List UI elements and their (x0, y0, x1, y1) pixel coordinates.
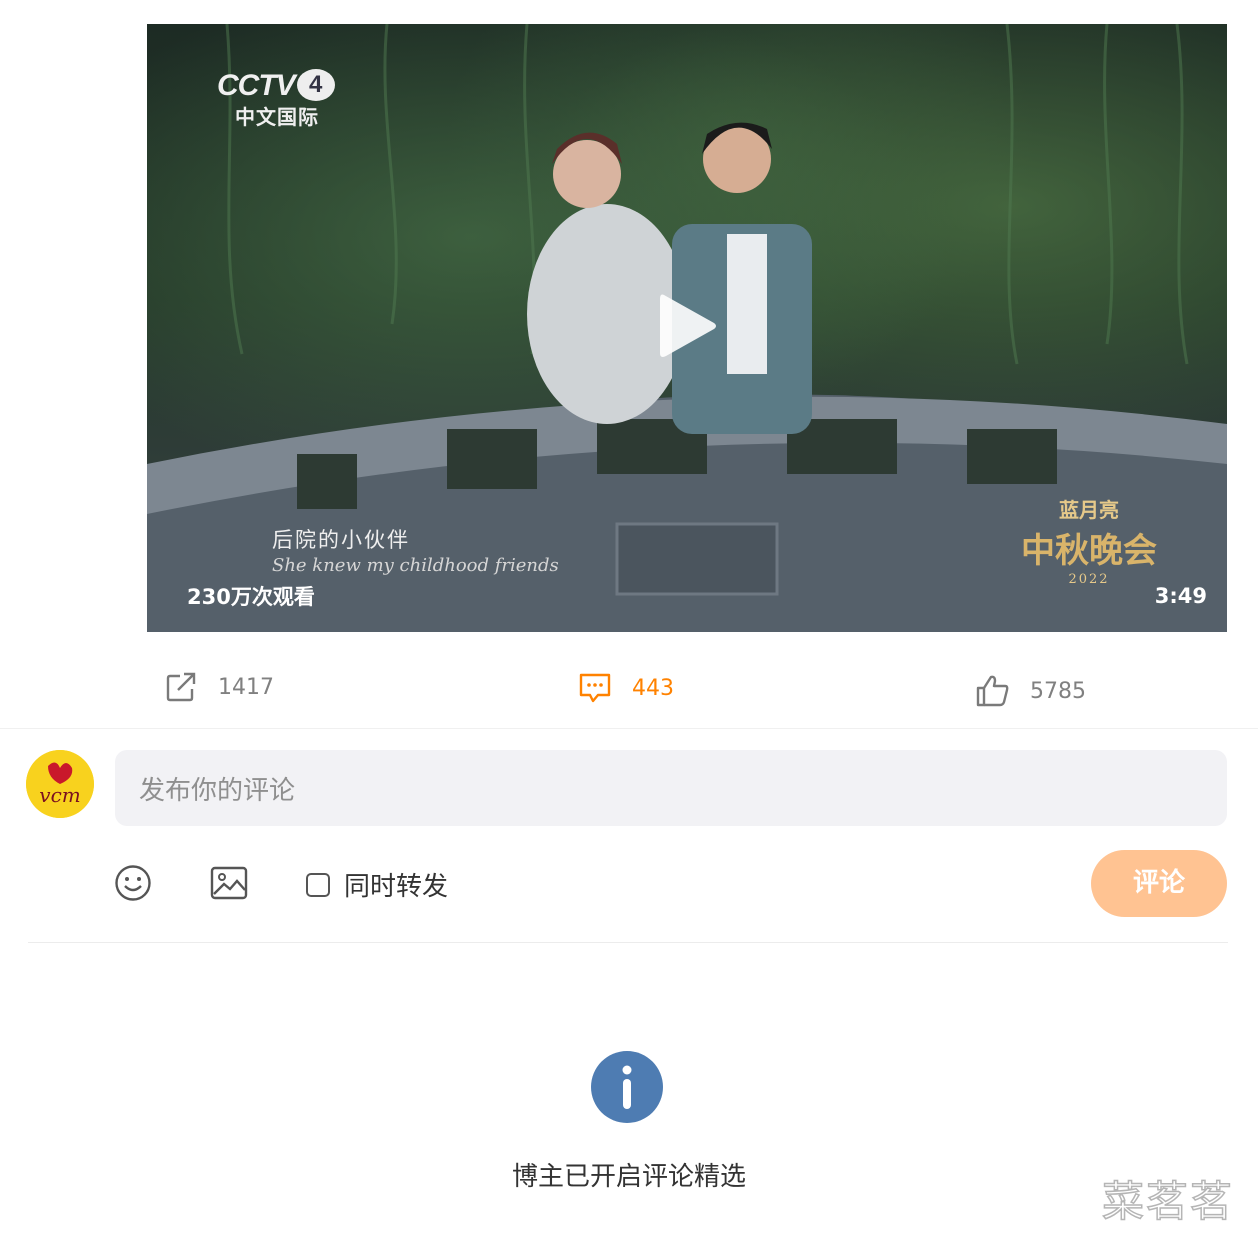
repost-count: 1417 (218, 674, 274, 700)
like-count: 5785 (1030, 678, 1086, 704)
avatar[interactable]: vcm (26, 750, 94, 818)
repost-checkbox[interactable] (306, 872, 330, 897)
comment-icon (579, 673, 611, 703)
subtitle-chinese: 后院的小伙伴 (272, 528, 410, 552)
view-count: 230万次观看 (187, 585, 315, 609)
comment-count: 443 (632, 675, 674, 701)
channel-logo: CCTV 4 中文国际 (217, 69, 335, 130)
image-icon[interactable] (210, 866, 248, 900)
info-icon (591, 1051, 663, 1123)
comment-notice: 博主已开启评论精选 (511, 1162, 746, 1192)
gala-logo: 蓝月亮 中秋晚会 2022 (1021, 498, 1157, 587)
comment-input[interactable]: 发布你的评论 (115, 750, 1227, 826)
video-player[interactable]: CCTV 4 中文国际 后院的小伙伴 She knew my childhood … (147, 24, 1227, 632)
svg-text:vcm: vcm (39, 783, 80, 807)
submit-comment-button[interactable]: 评论 (1091, 850, 1227, 917)
divider (0, 728, 1258, 729)
smiley-icon[interactable] (114, 864, 152, 902)
like-button[interactable]: 5785 (976, 674, 1086, 708)
watermark: 菜茗茗 (1101, 1176, 1234, 1227)
section-divider (28, 942, 1228, 943)
play-icon[interactable] (656, 291, 718, 361)
thumbs-up-icon (976, 675, 1009, 707)
avatar-image: vcm (26, 750, 94, 818)
repost-toggle-label: 同时转发 (344, 872, 449, 902)
subtitle-english: She knew my childhood friends (272, 555, 559, 576)
share-icon (166, 672, 196, 702)
comment-button[interactable]: 443 (578, 672, 674, 704)
repost-toggle[interactable]: 同时转发 (306, 866, 448, 903)
action-bar: 1417 443 5785 (0, 660, 1258, 720)
repost-button[interactable]: 1417 (166, 672, 274, 702)
video-duration: 3:49 (1154, 584, 1207, 608)
comment-input-placeholder: 发布你的评论 (139, 775, 296, 806)
